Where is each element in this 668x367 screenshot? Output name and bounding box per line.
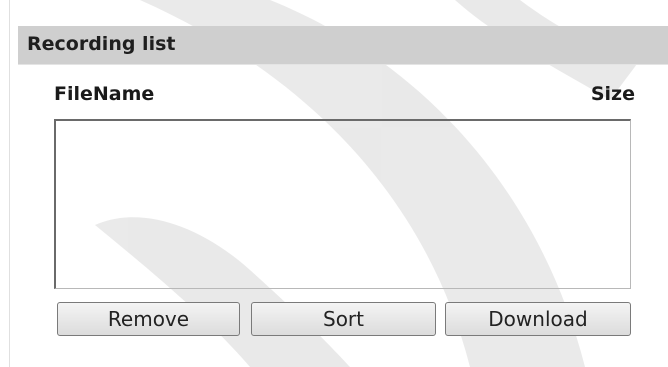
panel-divider bbox=[9, 0, 10, 367]
panel-header: Recording list bbox=[18, 26, 668, 65]
recording-file-list[interactable] bbox=[54, 119, 631, 289]
remove-button[interactable]: Remove bbox=[57, 302, 240, 336]
recording-list-panel: Recording list FileName Size Remove Sort… bbox=[0, 0, 668, 367]
panel-title: Recording list bbox=[27, 33, 176, 55]
column-header-filename: FileName bbox=[54, 83, 155, 105]
download-button[interactable]: Download bbox=[445, 302, 631, 336]
sort-button[interactable]: Sort bbox=[251, 302, 436, 336]
column-header-size: Size bbox=[590, 83, 635, 105]
